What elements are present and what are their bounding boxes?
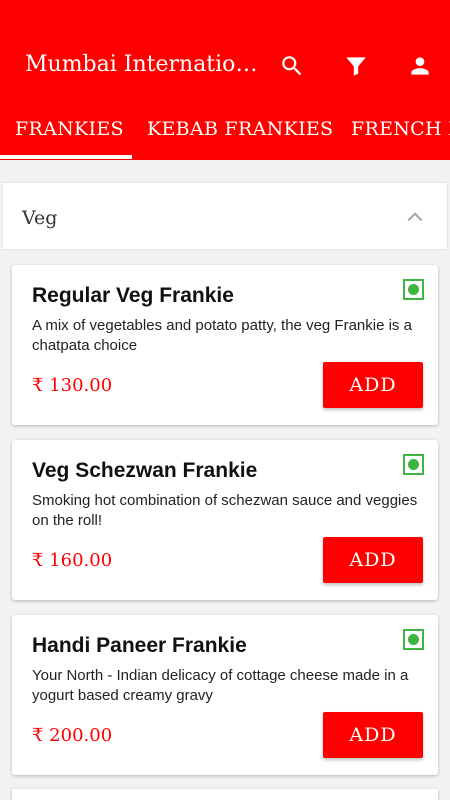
category-tabs: FRANKIES KEBAB FRANKIES FRENCH F xyxy=(0,108,450,160)
item-price: ₹ 130.00 xyxy=(32,375,113,396)
item-price: ₹ 200.00 xyxy=(32,725,113,746)
person-icon[interactable] xyxy=(404,50,436,82)
add-button[interactable]: ADD xyxy=(323,537,423,583)
veg-indicator-icon xyxy=(403,279,424,300)
add-button[interactable]: ADD xyxy=(323,712,423,758)
app-bar: Mumbai International... FRANKIES KEBAB F… xyxy=(0,0,450,160)
item-description: Your North - Indian delicacy of cottage … xyxy=(32,667,409,704)
item-price: ₹ 160.00 xyxy=(32,550,113,571)
tab-french-fries[interactable]: FRENCH F xyxy=(351,118,450,140)
search-icon[interactable] xyxy=(276,50,308,82)
veg-indicator-icon xyxy=(403,454,424,475)
add-button[interactable]: ADD xyxy=(323,362,423,408)
app-title: Mumbai International... xyxy=(25,52,263,77)
chevron-up-icon[interactable] xyxy=(405,207,425,227)
section-header-veg[interactable]: Veg xyxy=(2,182,448,250)
tab-kebab-frankies[interactable]: KEBAB FRANKIES xyxy=(147,118,333,140)
menu-item-card: Handi Paneer Frankie Your North - Indian… xyxy=(12,615,438,775)
tab-frankies[interactable]: FRANKIES xyxy=(15,118,124,140)
item-description: Smoking hot combination of schezwan sauc… xyxy=(32,492,418,529)
tab-indicator xyxy=(0,155,132,159)
veg-indicator-icon xyxy=(403,629,424,650)
item-name: Veg Schezwan Frankie xyxy=(32,459,258,482)
item-description: A mix of vegetables and potato patty, th… xyxy=(32,317,412,354)
menu-item-card: Regular Veg Frankie A mix of vegetables … xyxy=(12,265,438,425)
item-name: Regular Veg Frankie xyxy=(32,284,234,307)
filter-icon[interactable] xyxy=(340,50,372,82)
item-name: Handi Paneer Frankie xyxy=(32,634,247,657)
menu-item-card: Veg Schezwan Frankie Smoking hot combina… xyxy=(12,440,438,600)
section-title: Veg xyxy=(22,207,58,229)
menu-item-card-partial xyxy=(12,789,438,800)
